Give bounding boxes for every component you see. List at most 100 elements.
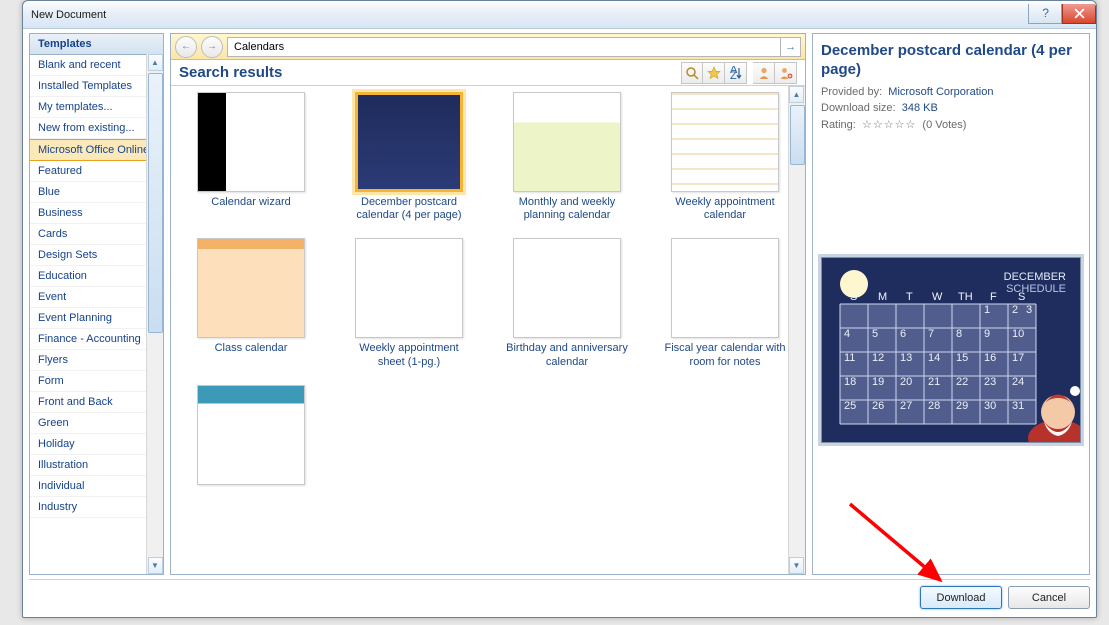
- sort-icon[interactable]: AZ: [725, 62, 747, 84]
- template-card[interactable]: [187, 385, 315, 489]
- template-card[interactable]: December postcard calendar (4 per page): [345, 92, 473, 222]
- sidebar-item-holiday[interactable]: Holiday: [30, 434, 163, 455]
- template-card[interactable]: Monthly and weekly planning calendar: [503, 92, 631, 222]
- new-document-dialog: New Document ? Templates Blank and recen…: [22, 0, 1097, 618]
- template-card[interactable]: Birthday and anniversary calendar: [503, 238, 631, 368]
- sidebar-item-event-planning[interactable]: Event Planning: [30, 308, 163, 329]
- sidebar-item-education[interactable]: Education: [30, 266, 163, 287]
- go-button[interactable]: →: [780, 38, 800, 56]
- svg-text:14: 14: [928, 352, 940, 364]
- sidebar-item-green[interactable]: Green: [30, 413, 163, 434]
- dialog-body: Templates Blank and recentInstalled Temp…: [29, 33, 1090, 575]
- sidebar-item-illustration[interactable]: Illustration: [30, 455, 163, 476]
- results-scrollbar[interactable]: ▲ ▼: [788, 86, 805, 574]
- template-card[interactable]: Fiscal year calendar with room for notes: [661, 238, 789, 368]
- sidebar-item-installed-templates[interactable]: Installed Templates: [30, 76, 163, 97]
- svg-text:T: T: [906, 291, 913, 303]
- sidebar-item-cards[interactable]: Cards: [30, 224, 163, 245]
- sidebar-item-finance-accounting[interactable]: Finance - Accounting: [30, 329, 163, 350]
- preview-title: December postcard calendar (4 per page): [821, 42, 1081, 80]
- sidebar-item-flyers[interactable]: Flyers: [30, 350, 163, 371]
- template-thumbnail: [197, 238, 305, 338]
- templates-sidebar: Templates Blank and recentInstalled Temp…: [29, 33, 164, 575]
- sidebar-item-microsoft-office-online[interactable]: Microsoft Office Online: [30, 139, 163, 161]
- star-icon[interactable]: ☆☆☆☆☆: [862, 119, 916, 131]
- favorite-icon[interactable]: [703, 62, 725, 84]
- svg-text:1: 1: [984, 304, 990, 316]
- help-button[interactable]: ?: [1028, 4, 1062, 24]
- svg-text:31: 31: [1012, 400, 1024, 412]
- scroll-thumb[interactable]: [790, 105, 805, 165]
- nav-back-button[interactable]: ←: [175, 36, 197, 58]
- svg-text:S: S: [850, 291, 857, 303]
- template-caption: Monthly and weekly planning calendar: [503, 196, 631, 222]
- nav-forward-button[interactable]: →: [201, 36, 223, 58]
- template-caption: Class calendar: [187, 342, 315, 355]
- download-size: 348 KB: [902, 102, 938, 114]
- close-button[interactable]: [1062, 4, 1096, 24]
- svg-text:6: 6: [900, 328, 906, 340]
- sidebar-item-front-and-back[interactable]: Front and Back: [30, 392, 163, 413]
- template-thumbnail: [355, 92, 463, 192]
- sidebar-item-individual[interactable]: Individual: [30, 476, 163, 497]
- view-toolbar: AZ: [681, 62, 797, 84]
- sidebar-item-form[interactable]: Form: [30, 371, 163, 392]
- results-grid: Calendar wizard December postcard calenda…: [171, 86, 805, 574]
- sidebar-item-blank-and-recent[interactable]: Blank and recent: [30, 55, 163, 76]
- template-caption: Weekly appointment sheet (1-pg.): [345, 342, 473, 368]
- template-card[interactable]: Calendar wizard: [187, 92, 315, 222]
- template-thumbnail: [513, 92, 621, 192]
- svg-text:17: 17: [1012, 352, 1024, 364]
- template-card[interactable]: Weekly appointment sheet (1-pg.): [345, 238, 473, 368]
- sidebar-item-business[interactable]: Business: [30, 203, 163, 224]
- svg-text:8: 8: [956, 328, 962, 340]
- rating-row: Rating: ☆☆☆☆☆ (0 Votes): [821, 118, 1081, 131]
- svg-text:15: 15: [956, 352, 968, 364]
- svg-text:5: 5: [872, 328, 878, 340]
- template-thumbnail: [197, 92, 305, 192]
- template-card[interactable]: Class calendar: [187, 238, 315, 368]
- svg-text:28: 28: [928, 400, 940, 412]
- scroll-down-icon[interactable]: ▼: [789, 557, 804, 574]
- sidebar-item-blue[interactable]: Blue: [30, 182, 163, 203]
- svg-text:DECEMBER: DECEMBER: [1004, 271, 1066, 283]
- sidebar-item-new-from-existing-[interactable]: New from existing...: [30, 118, 163, 139]
- provider-link[interactable]: Microsoft Corporation: [888, 86, 993, 98]
- template-caption: Birthday and anniversary calendar: [503, 342, 631, 368]
- scroll-up-icon[interactable]: ▲: [789, 86, 804, 103]
- template-caption: Calendar wizard: [187, 196, 315, 209]
- preview-thumbnail: DECEMBER SCHEDULE: [821, 257, 1081, 443]
- svg-text:30: 30: [984, 400, 996, 412]
- user-add-icon[interactable]: [775, 62, 797, 84]
- cancel-button[interactable]: Cancel: [1008, 586, 1090, 609]
- svg-text:SCHEDULE: SCHEDULE: [1006, 283, 1066, 295]
- template-thumbnail: [197, 385, 305, 485]
- svg-text:Z: Z: [730, 70, 737, 80]
- search-icon[interactable]: [681, 62, 703, 84]
- svg-text:10: 10: [1012, 328, 1024, 340]
- address-field[interactable]: Calendars →: [227, 37, 801, 57]
- svg-text:18: 18: [844, 376, 856, 388]
- template-caption: December postcard calendar (4 per page): [345, 196, 473, 222]
- sidebar-item-event[interactable]: Event: [30, 287, 163, 308]
- scroll-thumb[interactable]: [148, 73, 163, 333]
- svg-text:?: ?: [1042, 8, 1049, 19]
- sidebar-scrollbar[interactable]: ▲ ▼: [146, 54, 163, 574]
- template-caption: Weekly appointment calendar: [661, 196, 789, 222]
- svg-text:9: 9: [984, 328, 990, 340]
- sidebar-item-featured[interactable]: Featured: [30, 161, 163, 182]
- template-card[interactable]: Weekly appointment calendar: [661, 92, 789, 222]
- download-button[interactable]: Download: [920, 586, 1002, 609]
- titlebar[interactable]: New Document ?: [23, 1, 1096, 29]
- user-icon[interactable]: [753, 62, 775, 84]
- svg-text:22: 22: [956, 376, 968, 388]
- scroll-up-icon[interactable]: ▲: [148, 54, 163, 71]
- navbar: ← → Calendars →: [171, 34, 805, 60]
- scroll-down-icon[interactable]: ▼: [148, 557, 163, 574]
- template-thumbnail: [671, 238, 779, 338]
- sidebar-item-industry[interactable]: Industry: [30, 497, 163, 518]
- svg-text:W: W: [932, 291, 943, 303]
- sidebar-item-my-templates-[interactable]: My templates...: [30, 97, 163, 118]
- preview-area: DECEMBER SCHEDULE: [821, 135, 1081, 567]
- sidebar-item-design-sets[interactable]: Design Sets: [30, 245, 163, 266]
